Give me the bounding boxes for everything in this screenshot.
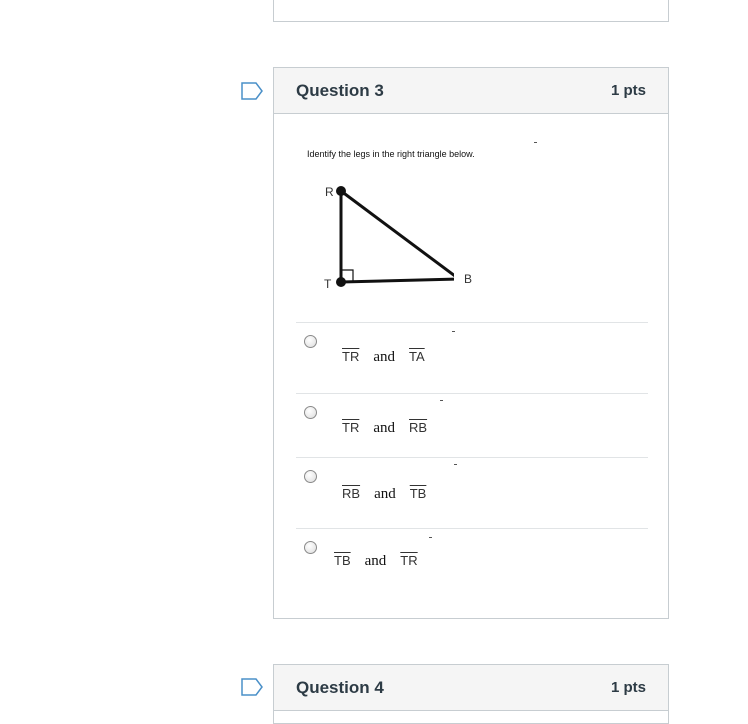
question-title: Question 4	[296, 677, 384, 697]
segment-label: TR	[342, 420, 360, 435]
segment-label: TR	[400, 553, 418, 568]
conjunction: and	[364, 553, 387, 569]
vertex-label-b: B	[464, 272, 473, 286]
answer-text: RB and TB	[342, 486, 426, 503]
conjunction: and	[374, 486, 396, 502]
answer-option[interactable]: TR and RB	[296, 393, 648, 457]
question-header: Question 3 1 pts	[274, 68, 668, 114]
radio-button[interactable]	[304, 335, 317, 348]
segment-label: RB	[409, 420, 428, 435]
answer-option[interactable]: TB and TR	[296, 528, 648, 599]
radio-button[interactable]	[304, 541, 317, 554]
answer-text: TR and RB	[342, 420, 427, 437]
radio-button[interactable]	[304, 470, 317, 483]
vertex-label-r: R	[325, 185, 334, 199]
stray-mark	[452, 331, 455, 332]
segment-label: TB	[334, 553, 351, 568]
question-header: Question 4 1 pts	[274, 665, 668, 711]
segment-label: RB	[342, 486, 361, 501]
segment-label: TB	[409, 486, 427, 501]
stray-mark	[440, 400, 443, 401]
flag-question-icon[interactable]	[241, 82, 263, 100]
conjunction: and	[373, 349, 396, 365]
vertex-label-t: T	[324, 277, 332, 290]
question-title: Question 3	[296, 80, 384, 100]
stray-mark	[534, 142, 537, 143]
segment-label: TA	[409, 349, 425, 364]
stray-mark	[429, 537, 432, 538]
question-3-card: Question 3 1 pts Identify the legs in th…	[273, 67, 669, 619]
question-prompt: Identify the legs in the right triangle …	[307, 149, 475, 159]
conjunction: and	[373, 420, 396, 436]
answer-text: TB and TR	[334, 553, 418, 570]
right-triangle-figure: R T	[324, 185, 454, 290]
answer-option[interactable]: RB and TB	[296, 457, 648, 528]
segment-label: TR	[342, 349, 360, 364]
question-points: 1 pts	[610, 679, 646, 696]
question-4-card: Question 4 1 pts	[273, 664, 669, 724]
stray-mark	[454, 464, 457, 465]
flag-question-icon[interactable]	[241, 678, 263, 696]
question-points: 1 pts	[610, 82, 646, 99]
answer-option[interactable]: TR and TA	[296, 322, 648, 393]
answer-options: TR and TA TR and RB RB and TB TB and TR	[296, 322, 648, 599]
radio-button[interactable]	[304, 406, 317, 419]
previous-question-card	[273, 0, 669, 22]
answer-text: TR and TA	[342, 349, 425, 366]
